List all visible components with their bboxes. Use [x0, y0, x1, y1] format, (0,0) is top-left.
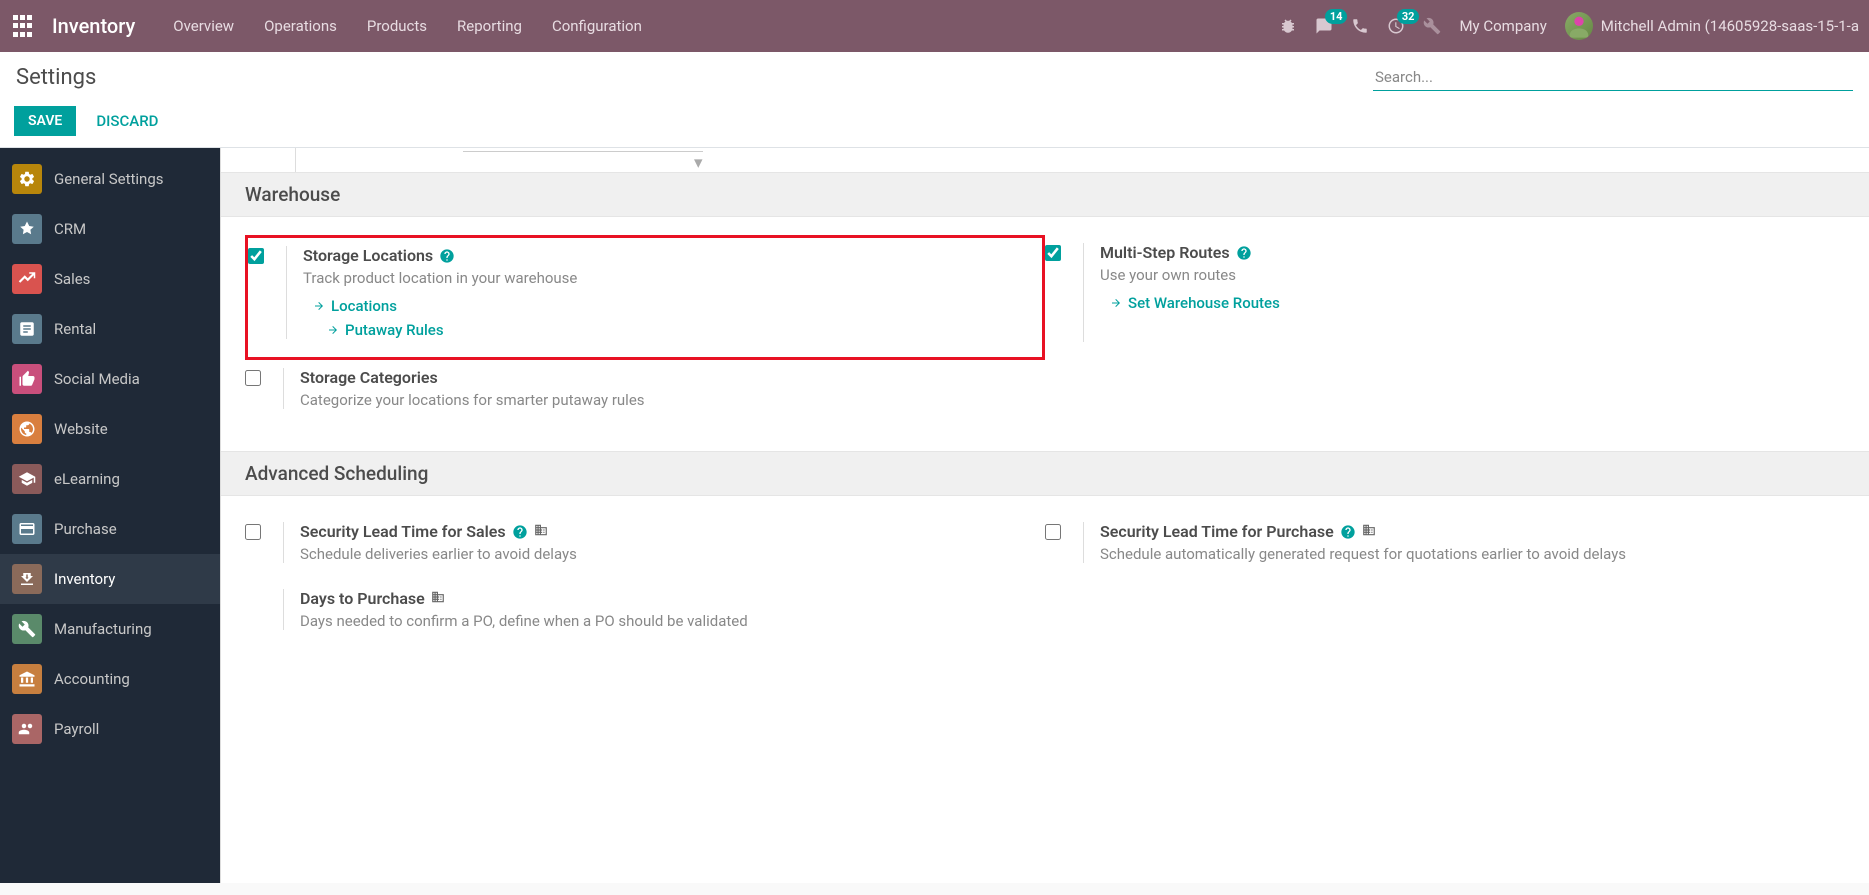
setting-security-lead-purchase: Security Lead Time for Purchase Schedule…: [1045, 514, 1845, 581]
sidebar-item-website[interactable]: Website: [0, 404, 220, 454]
setting-storage-categories: Storage Categories Categorize your locat…: [245, 360, 1045, 427]
discard-button[interactable]: DISCARD: [92, 105, 162, 137]
nav-products[interactable]: Products: [367, 17, 427, 35]
building-icon: [534, 522, 548, 541]
link-locations[interactable]: Locations: [303, 297, 1026, 315]
nav-reporting[interactable]: Reporting: [457, 17, 522, 35]
sidebar-item-rental[interactable]: Rental: [0, 304, 220, 354]
checkbox-security-lead-purchase[interactable]: [1045, 524, 1061, 540]
sidebar-item-label: General Settings: [54, 170, 164, 188]
messages-badge: 14: [1325, 9, 1348, 24]
setting-title-label: Security Lead Time for Purchase: [1100, 522, 1334, 541]
nav-menu: Overview Operations Products Reporting C…: [173, 17, 642, 35]
arrow-right-icon: [327, 324, 339, 336]
setting-desc: Track product location in your warehouse: [303, 269, 1026, 287]
sidebar-item-sales[interactable]: Sales: [0, 254, 220, 304]
setting-security-lead-sales: Security Lead Time for Sales Schedule de…: [245, 514, 1045, 581]
phone-icon[interactable]: [1351, 17, 1369, 35]
setting-desc: Schedule automatically generated request…: [1100, 545, 1829, 563]
sidebar-item-inventory[interactable]: Inventory: [0, 554, 220, 604]
checkbox-storage-categories[interactable]: [245, 370, 261, 386]
chevron-down-icon[interactable]: ▾: [694, 153, 703, 172]
arrow-right-icon: [1110, 297, 1122, 309]
sidebar-item-label: Social Media: [54, 370, 140, 388]
activities-icon[interactable]: 32: [1387, 17, 1405, 35]
setting-desc: Days needed to confirm a PO, define when…: [300, 612, 1029, 630]
activities-badge: 32: [1397, 9, 1420, 24]
sidebar-item-label: Manufacturing: [54, 620, 152, 638]
building-icon: [431, 589, 445, 608]
bug-icon[interactable]: [1279, 17, 1297, 35]
setting-title-label: Storage Locations: [303, 246, 433, 265]
control-panel: Settings SAVE DISCARD: [0, 52, 1869, 148]
sidebar-item-label: Inventory: [54, 570, 115, 588]
settings-content: Default Journal ▾ Warehouse Storage Loca…: [220, 148, 1869, 883]
sidebar-item-crm[interactable]: CRM: [0, 204, 220, 254]
messages-icon[interactable]: 14: [1315, 17, 1333, 35]
page-title: Settings: [16, 65, 96, 90]
section-advanced-header: Advanced Scheduling: [221, 451, 1869, 496]
link-set-warehouse-routes[interactable]: Set Warehouse Routes: [1100, 294, 1829, 312]
setting-title-label: Days to Purchase: [300, 589, 425, 608]
sidebar-item-social-media[interactable]: Social Media: [0, 354, 220, 404]
checkbox-multi-step-routes[interactable]: [1045, 245, 1061, 261]
sidebar-item-label: Purchase: [54, 520, 117, 538]
settings-sidebar: General Settings CRM Sales Rental Social…: [0, 148, 220, 883]
help-icon[interactable]: [1340, 524, 1356, 540]
setting-title-label: Multi-Step Routes: [1100, 243, 1230, 262]
checkbox-storage-locations[interactable]: [248, 248, 264, 264]
default-journal-row: Default Journal ▾: [295, 148, 1869, 172]
sidebar-item-label: Rental: [54, 320, 96, 338]
sidebar-item-general-settings[interactable]: General Settings: [0, 154, 220, 204]
user-name: Mitchell Admin (14605928-saas-15-1-a: [1601, 17, 1859, 35]
sidebar-item-label: Website: [54, 420, 108, 438]
avatar-icon: [1565, 12, 1593, 40]
sidebar-item-accounting[interactable]: Accounting: [0, 654, 220, 704]
search-input[interactable]: [1373, 64, 1853, 91]
company-selector[interactable]: My Company: [1459, 17, 1546, 35]
setting-title-label: Storage Categories: [300, 368, 438, 387]
link-putaway-rules[interactable]: Putaway Rules: [303, 321, 1026, 339]
apps-grid-icon[interactable]: [10, 14, 34, 38]
setting-desc: Use your own routes: [1100, 266, 1829, 284]
help-icon[interactable]: [1236, 245, 1252, 261]
section-warehouse-header: Warehouse: [221, 172, 1869, 217]
nav-overview[interactable]: Overview: [173, 17, 234, 35]
sidebar-item-label: eLearning: [54, 470, 120, 488]
setting-desc: Categorize your locations for smarter pu…: [300, 391, 1029, 409]
building-icon: [1362, 522, 1376, 541]
sidebar-item-payroll[interactable]: Payroll: [0, 704, 220, 754]
checkbox-security-lead-sales[interactable]: [245, 524, 261, 540]
sidebar-item-label: CRM: [54, 220, 86, 238]
sidebar-item-label: Sales: [54, 270, 90, 288]
arrow-right-icon: [313, 300, 325, 312]
top-navbar: Inventory Overview Operations Products R…: [0, 0, 1869, 52]
sidebar-item-label: Accounting: [54, 670, 130, 688]
sidebar-item-label: Payroll: [54, 720, 99, 738]
help-icon[interactable]: [439, 248, 455, 264]
default-journal-label: Default Journal: [312, 148, 429, 152]
nav-operations[interactable]: Operations: [264, 17, 337, 35]
nav-configuration[interactable]: Configuration: [552, 17, 642, 35]
user-menu[interactable]: Mitchell Admin (14605928-saas-15-1-a: [1565, 12, 1859, 40]
save-button[interactable]: SAVE: [14, 106, 76, 136]
tools-icon[interactable]: [1423, 17, 1441, 35]
setting-desc: Schedule deliveries earlier to avoid del…: [300, 545, 1029, 563]
sidebar-item-elearning[interactable]: eLearning: [0, 454, 220, 504]
setting-title-label: Security Lead Time for Sales: [300, 522, 506, 541]
setting-multi-step-routes: Multi-Step Routes Use your own routes Se…: [1045, 235, 1845, 360]
sidebar-item-purchase[interactable]: Purchase: [0, 504, 220, 554]
help-icon[interactable]: [512, 524, 528, 540]
setting-days-to-purchase: Days to Purchase Days needed to confirm …: [245, 581, 1045, 648]
setting-storage-locations: Storage Locations Track product location…: [245, 235, 1045, 360]
app-title: Inventory: [52, 14, 135, 38]
sidebar-item-manufacturing[interactable]: Manufacturing: [0, 604, 220, 654]
